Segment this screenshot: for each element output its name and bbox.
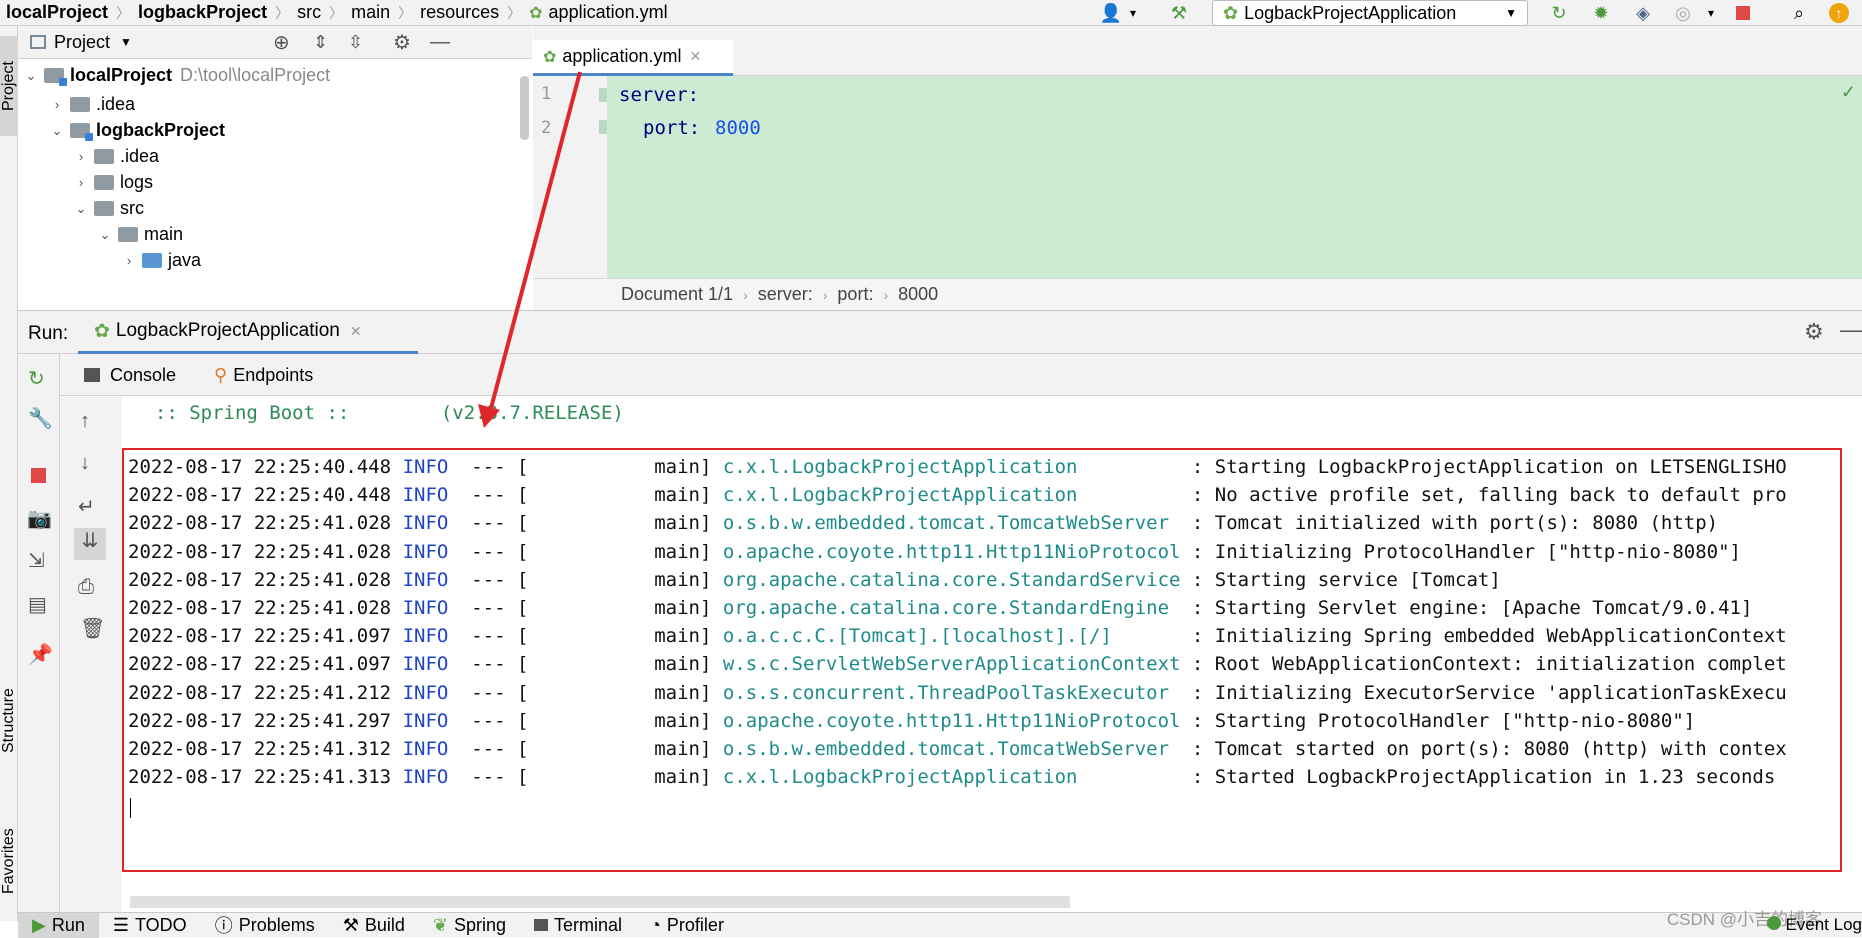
tool-tab-label: Profiler [666, 914, 724, 935]
hammer-icon: ⚒ [342, 914, 359, 935]
run-icon: ▶ [32, 914, 46, 935]
tool-tab-label: Problems [238, 914, 315, 935]
tool-tab-label: Build [364, 914, 405, 935]
tool-tab-label: TODO [135, 914, 187, 935]
tool-tab-run[interactable]: ▶ Run [18, 912, 99, 938]
tool-tab-label: Terminal [554, 914, 623, 935]
event-log-button[interactable]: Event Log [1767, 915, 1862, 935]
annotation-arrow [478, 71, 582, 428]
tool-tab-terminal[interactable]: Terminal [520, 913, 636, 938]
bottom-tool-bar: ▶ Run ☰ TODO ⓘ Problems ⚒ Build ❦ Spring Term… [18, 912, 1862, 938]
tool-tab-build[interactable]: ⚒ Build [329, 913, 419, 938]
tool-tab-label: Run [51, 914, 85, 935]
profiler-icon: ◔ [650, 914, 661, 935]
tool-tab-label: Spring [453, 914, 507, 935]
list-icon: ☰ [112, 914, 130, 935]
terminal-icon [534, 919, 549, 931]
event-log-label: Event Log [1785, 915, 1862, 934]
spring-leaf-icon: ❦ [432, 914, 448, 935]
tool-tab-profiler[interactable]: ◔ Profiler [636, 913, 738, 938]
annotation-arrow-head [478, 404, 500, 428]
event-log-icon [1767, 916, 1782, 930]
tool-tab-problems[interactable]: ⓘ Problems [201, 913, 329, 938]
tool-tab-todo[interactable]: ☰ TODO [99, 913, 201, 938]
tool-tab-spring[interactable]: ❦ Spring [419, 913, 520, 938]
annotation-arrow-line [488, 71, 582, 413]
info-icon: ⓘ [214, 916, 233, 936]
